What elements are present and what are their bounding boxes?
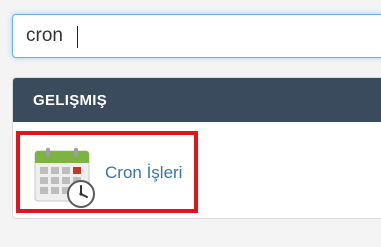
section-panel: GELIŞMIŞ Cron İşleri: [12, 77, 381, 219]
text-caret: [77, 26, 78, 48]
section-header: GELIŞMIŞ: [13, 78, 381, 122]
cron-jobs-label: Cron İşleri: [105, 163, 183, 182]
search-box[interactable]: [12, 14, 381, 58]
cron-jobs-item[interactable]: Cron İşleri: [16, 131, 198, 213]
search-input[interactable]: [13, 15, 381, 57]
search-results-view: GELIŞMIŞ: [0, 0, 381, 247]
calendar-clock-icon: [34, 148, 95, 208]
